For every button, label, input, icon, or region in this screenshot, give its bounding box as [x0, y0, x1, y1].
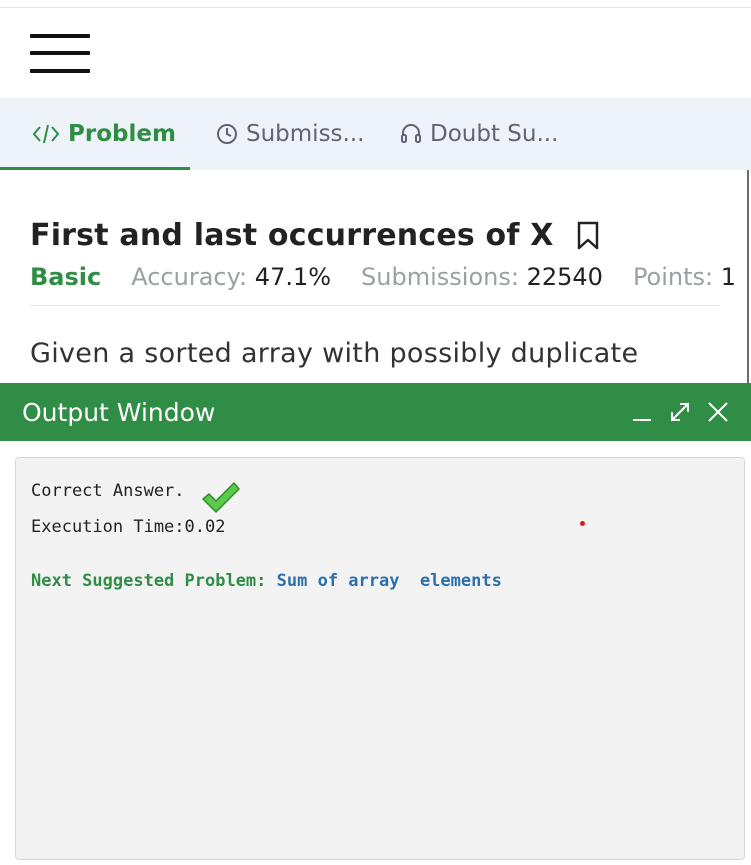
problem-title: First and last occurrences of X: [30, 218, 554, 253]
top-divider: [0, 7, 751, 8]
active-tab-indicator: [0, 167, 190, 170]
output-window-title: Output Window: [22, 397, 216, 427]
tab-submissions[interactable]: Submiss...: [216, 98, 364, 170]
problem-description: Given a sorted array with possibly dupli…: [30, 338, 639, 369]
clock-icon: [216, 123, 238, 145]
close-icon[interactable]: [707, 383, 729, 441]
accuracy-value: 47.1%: [254, 263, 332, 291]
submissions-value: 22540: [526, 263, 603, 291]
meta-divider: [30, 305, 720, 306]
code-icon: [32, 122, 60, 146]
expand-icon[interactable]: [669, 383, 691, 441]
problem-title-row: First and last occurrences of X: [30, 218, 600, 253]
submissions-label: Submissions:: [361, 263, 519, 291]
next-suggested-label: Next Suggested Problem:: [31, 571, 267, 591]
difficulty-badge: Basic: [30, 263, 102, 291]
tab-doubt-support[interactable]: Doubt Su...: [400, 98, 558, 170]
tab-doubt-support-label: Doubt Su...: [430, 121, 559, 147]
checkmark-icon: [201, 481, 241, 519]
accuracy-label: Accuracy:: [131, 263, 248, 291]
hamburger-menu-icon[interactable]: [30, 34, 90, 74]
tab-submissions-label: Submiss...: [246, 121, 365, 147]
minimize-icon[interactable]: [632, 383, 652, 441]
execution-time: Execution Time:0.02: [31, 517, 226, 537]
result-text: Correct Answer.: [31, 481, 185, 501]
scrollbar[interactable]: [747, 170, 749, 385]
next-suggested-row: Next Suggested Problem: Sum of array ele…: [31, 571, 502, 591]
points-label: Points:: [632, 263, 714, 291]
tab-problem-label: Problem: [68, 121, 176, 147]
bookmark-icon[interactable]: [576, 221, 600, 251]
problem-meta: Basic Accuracy: 47.1% Submissions: 22540…: [30, 258, 736, 296]
tab-bar: Problem Submiss... Doubt Su...: [0, 98, 751, 170]
headset-icon: [400, 122, 422, 146]
next-problem-link[interactable]: Sum of array elements: [277, 571, 502, 591]
points-value: 1: [720, 263, 737, 291]
output-window-body: Correct Answer. Execution Time:0.02 Next…: [15, 457, 745, 860]
tab-problem[interactable]: Problem: [32, 98, 176, 170]
red-dot: [580, 521, 585, 526]
output-window-header: Output Window: [0, 383, 751, 441]
